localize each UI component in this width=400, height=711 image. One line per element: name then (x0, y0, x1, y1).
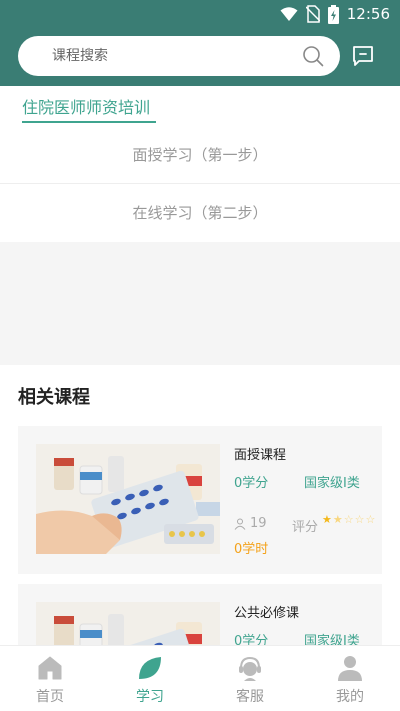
section-title: 相关课程 (18, 387, 90, 408)
search-icon[interactable] (302, 45, 324, 67)
user-icon (338, 656, 362, 681)
course-credit: 0学分 (234, 476, 269, 491)
nav-label: 客服 (236, 689, 264, 705)
course-title: 面授课程 (234, 448, 287, 463)
nav-study[interactable]: 学习 (100, 646, 200, 711)
nav-support[interactable]: 客服 (200, 646, 300, 711)
nav-label: 首页 (36, 689, 64, 705)
support-agent-icon (239, 656, 261, 681)
star-icon: ★ (332, 513, 343, 526)
rating-label: 评分 (292, 520, 319, 535)
header (0, 28, 400, 86)
course-card[interactable]: 面授课程 0学分 国家级I类 19 评分 ★ ★ ☆ ☆ ☆ 0学时 (18, 426, 382, 574)
star-icon: ☆ (365, 513, 376, 526)
nav-label: 我的 (336, 689, 364, 705)
person-icon (234, 518, 246, 530)
tab-underline (22, 121, 156, 123)
course-image (36, 444, 220, 554)
nav-home[interactable]: 首页 (0, 646, 100, 711)
status-bar: 12:56 (0, 0, 400, 28)
tab-resident-teacher-training[interactable]: 住院医师师资培训 (22, 94, 150, 118)
star-icon: ☆ (343, 513, 354, 526)
step-online[interactable]: 在线学习（第二步） (0, 184, 400, 242)
no-sim-icon (305, 5, 320, 23)
course-level: 国家级I类 (304, 476, 360, 491)
leaf-icon (139, 657, 161, 679)
search-box[interactable] (18, 36, 340, 76)
nav-label: 学习 (136, 689, 164, 705)
course-photo (36, 444, 220, 554)
wifi-icon (280, 7, 298, 21)
search-input[interactable] (52, 36, 292, 76)
bottom-nav: 首页 学习 客服 我的 (0, 645, 400, 711)
enroll-count: 19 (250, 516, 267, 531)
step-face-to-face[interactable]: 面授学习（第一步） (0, 126, 400, 184)
nav-profile[interactable]: 我的 (300, 646, 400, 711)
status-icons: 12:56 (280, 4, 390, 24)
star-icon: ★ (322, 513, 332, 526)
course-hours: 0学时 (234, 542, 269, 557)
star-icon: ☆ (354, 513, 365, 526)
status-time: 12:56 (346, 5, 390, 23)
course-title: 公共必修课 (234, 606, 300, 621)
message-icon[interactable] (350, 43, 376, 69)
home-icon (38, 656, 62, 680)
battery-icon (327, 4, 339, 24)
rating-stars: ★ ★ ☆ ☆ ☆ (322, 513, 375, 527)
tab-bar: 住院医师师资培训 (0, 86, 400, 126)
